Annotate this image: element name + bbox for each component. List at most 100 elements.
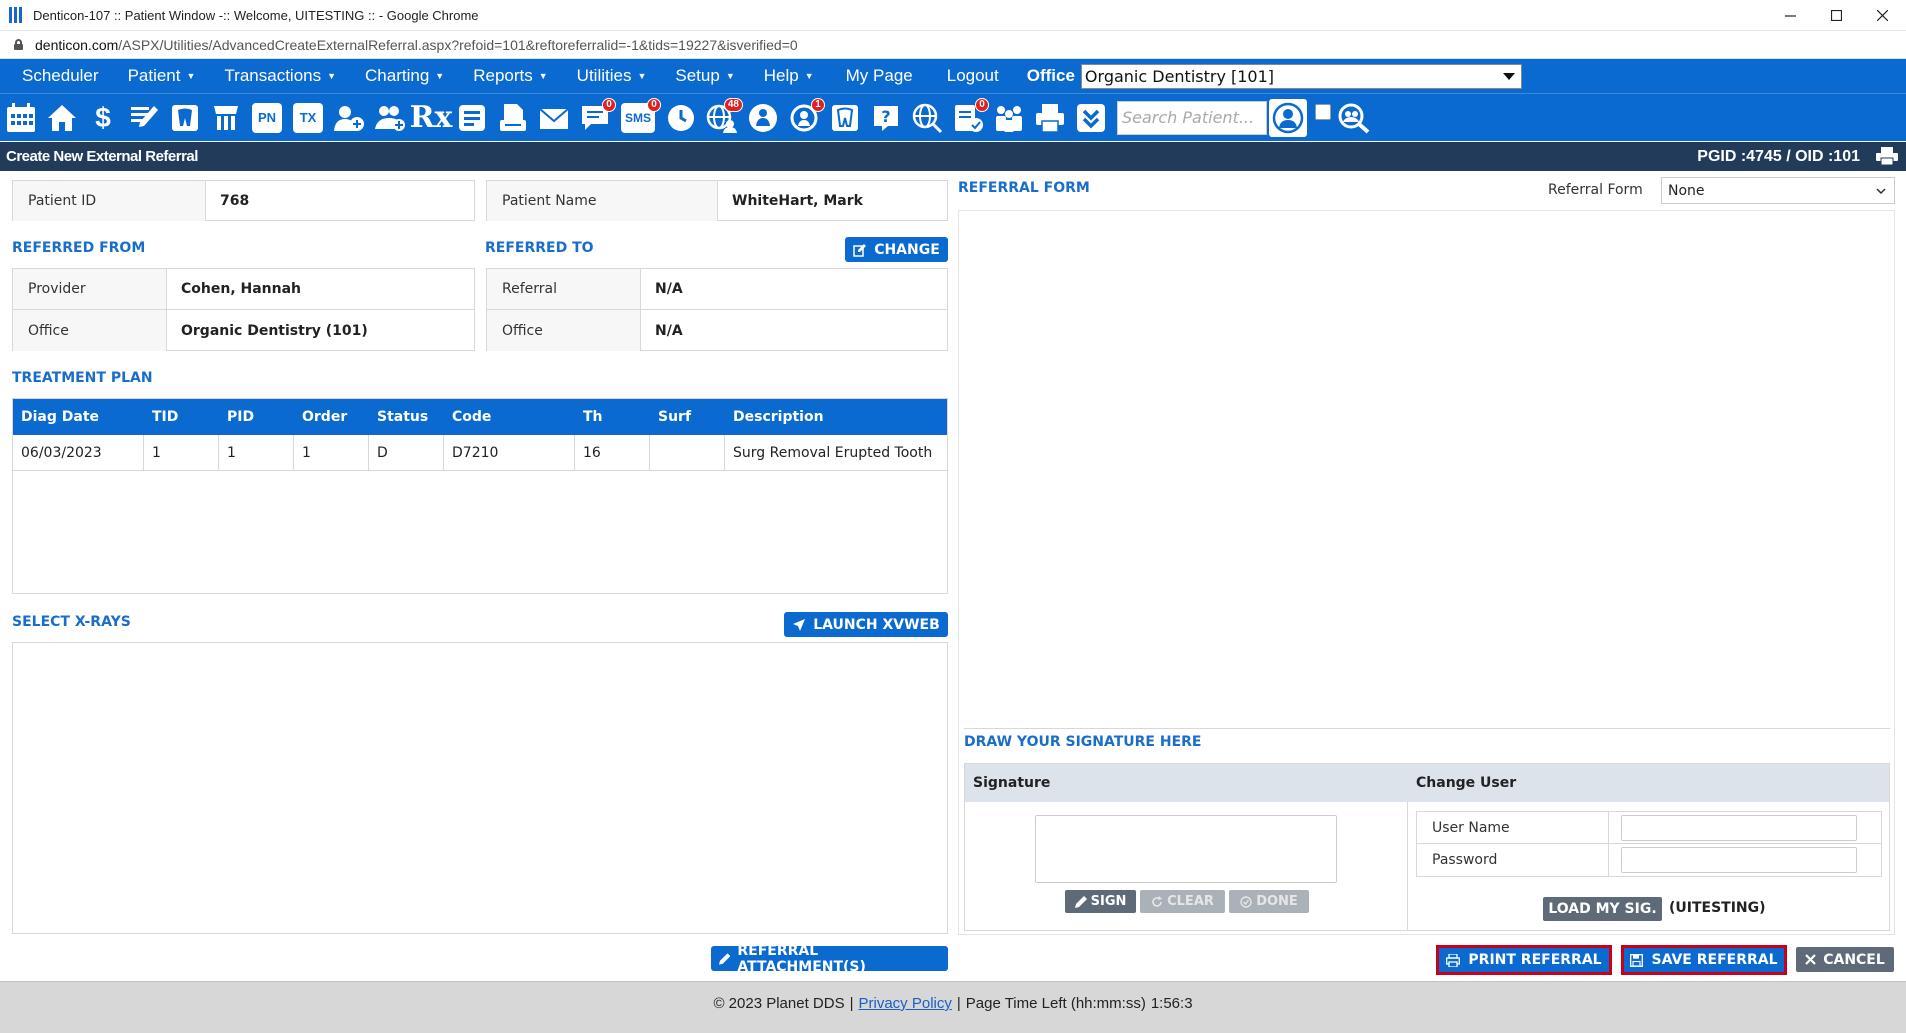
table-row[interactable]: 06/03/2023 1 1 1 D D7210 16 Surg Removal… <box>13 435 947 471</box>
tooth-outline-icon <box>832 104 858 131</box>
print-button[interactable] <box>1033 99 1067 137</box>
clear-signature-button[interactable]: CLEAR <box>1140 890 1225 913</box>
billing-button[interactable]: $ <box>86 99 120 137</box>
load-my-signature-button[interactable]: LOAD MY SIG. <box>1543 897 1662 921</box>
maximize-button[interactable] <box>1813 0 1859 31</box>
advanced-search-button[interactable] <box>1337 99 1371 137</box>
sign-button[interactable]: SIGN <box>1065 890 1136 913</box>
search-patient-input[interactable]: Search Patient... <box>1117 100 1267 135</box>
address-bar[interactable]: denticon.com/ASPX/Utilities/AdvancedCrea… <box>0 31 1906 59</box>
download-button[interactable] <box>1074 99 1108 137</box>
privacy-policy-link[interactable]: Privacy Policy <box>859 995 952 1012</box>
window-title: Denticon-107 :: Patient Window -:: Welco… <box>33 7 479 23</box>
treatment-button[interactable]: TX <box>291 99 325 137</box>
signature-header: Signature Change User <box>965 764 1889 802</box>
menu-scheduler[interactable]: Scheduler <box>22 59 99 93</box>
printer-icon <box>1036 103 1064 133</box>
window-title-bar: Denticon-107 :: Patient Window -:: Welco… <box>0 0 1906 31</box>
office-select[interactable]: Organic Dentistry [101] <box>1080 63 1522 89</box>
messages-button[interactable]: 0 <box>578 97 616 137</box>
clock-button[interactable] <box>664 99 698 137</box>
chevrons-down-icon <box>1077 103 1105 132</box>
document-print-icon <box>500 103 526 131</box>
notes-list-button[interactable] <box>455 99 489 137</box>
treatment-plan-header: Diag Date TID PID Order Status Code Th S… <box>13 399 947 435</box>
url-text[interactable]: denticon.com/ASPX/Utilities/AdvancedCrea… <box>35 37 798 53</box>
password-input[interactable] <box>1621 847 1857 873</box>
family-button[interactable] <box>373 99 407 137</box>
office-label: Office <box>1026 66 1075 85</box>
col-description: Description <box>733 409 824 425</box>
referral-attachments-button[interactable]: REFERRAL ATTACHMENT(S) <box>711 943 948 975</box>
referred-from-panel: Provider Cohen, Hannah Office Organic De… <box>12 268 475 351</box>
email-button[interactable] <box>537 99 571 137</box>
documents-button[interactable] <box>496 99 530 137</box>
menu-patient[interactable]: Patient ▼ <box>128 59 196 93</box>
page-footer: © 2023 Planet DDS | Privacy Policy | Pag… <box>0 981 1906 1033</box>
perio-button[interactable] <box>209 99 243 137</box>
menu-utilities[interactable]: Utilities ▼ <box>577 59 647 93</box>
progress-notes-button[interactable]: PN <box>250 99 284 137</box>
treatment-plan-table: Diag Date TID PID Order Status Code Th S… <box>12 398 948 594</box>
search-option-checkbox[interactable] <box>1315 103 1331 120</box>
menu-logout[interactable]: Logout <box>947 59 999 93</box>
change-user-form: User Name Password <box>1416 811 1882 877</box>
referral-form-select[interactable]: None <box>1661 177 1895 204</box>
calendar-button[interactable] <box>4 99 38 137</box>
caret-down-icon: ▼ <box>538 71 548 81</box>
notes-button[interactable] <box>127 99 161 137</box>
save-referral-button[interactable]: SAVE REFERRAL <box>1621 945 1787 975</box>
menu-help[interactable]: Help ▼ <box>764 59 814 93</box>
sms-button[interactable]: SMS 0 <box>619 97 661 137</box>
close-window-button[interactable] <box>1859 0 1905 31</box>
password-label: Password <box>1417 844 1609 876</box>
chevron-down-icon <box>1502 72 1515 80</box>
team-button[interactable] <box>746 99 780 137</box>
done-signature-button[interactable]: DONE <box>1229 890 1309 913</box>
tooth-chart-button[interactable] <box>168 99 202 137</box>
launch-xvweb-button[interactable]: LAUNCH XVWEB <box>784 612 948 637</box>
alerts-button[interactable]: 1 <box>787 97 825 137</box>
page-header: Create New External Referral PGID :4745 … <box>0 142 1906 171</box>
menu-setup[interactable]: Setup ▼ <box>675 59 734 93</box>
staff-button[interactable] <box>992 99 1026 137</box>
dental-button[interactable] <box>828 99 862 137</box>
add-patient-button[interactable] <box>332 99 366 137</box>
cancel-button[interactable]: CANCEL <box>1796 947 1894 972</box>
caret-down-icon: ▼ <box>435 71 445 81</box>
online-button[interactable]: 48 <box>705 97 743 137</box>
change-user-col-label: Change User <box>1416 775 1517 791</box>
home-button[interactable] <box>45 99 79 137</box>
printer-icon <box>1446 953 1461 967</box>
menu-transactions[interactable]: Transactions ▼ <box>224 59 336 93</box>
menu-reports[interactable]: Reports ▼ <box>473 59 547 93</box>
staff-group-icon <box>996 105 1022 132</box>
signature-title: DRAW YOUR SIGNATURE HERE <box>964 734 1202 750</box>
col-surf: Surf <box>658 409 692 425</box>
page-ids: PGID :4745 / OID :101 <box>1697 147 1860 165</box>
edit-icon <box>853 243 867 257</box>
provider-value: Cohen, Hannah <box>181 281 302 297</box>
pencil-icon <box>719 952 731 965</box>
minimize-button[interactable] <box>1767 0 1813 31</box>
patient-id-value: 768 <box>220 193 250 209</box>
search-users-icon <box>1338 103 1370 133</box>
menu-charting[interactable]: Charting ▼ <box>365 59 444 93</box>
signature-canvas[interactable] <box>1035 815 1337 883</box>
web-button[interactable] <box>910 99 944 137</box>
add-user-icon <box>334 105 364 131</box>
page-time-left-label: Page Time Left (hh:mm:ss) <box>965 995 1146 1012</box>
prescription-button[interactable]: Rx <box>410 99 453 137</box>
print-page-icon[interactable] <box>1876 147 1898 165</box>
print-referral-button[interactable]: PRINT REFERRAL <box>1436 945 1612 975</box>
icon-toolbar: $ PN TX Rx 0 SMS 0 48 1 ? 0 Search Patie… <box>0 93 1906 141</box>
change-referral-button[interactable]: CHANGE <box>845 237 948 262</box>
patient-name-value: WhiteHart, Mark <box>732 193 863 209</box>
username-input[interactable] <box>1621 814 1857 841</box>
from-office-label: Office <box>13 310 167 351</box>
menu-my-page[interactable]: My Page <box>846 59 913 93</box>
faq-button[interactable]: ? <box>869 99 903 137</box>
search-patient-button[interactable] <box>1269 98 1307 137</box>
xrays-panel[interactable] <box>12 642 948 934</box>
forms-button[interactable]: 0 <box>951 97 989 137</box>
